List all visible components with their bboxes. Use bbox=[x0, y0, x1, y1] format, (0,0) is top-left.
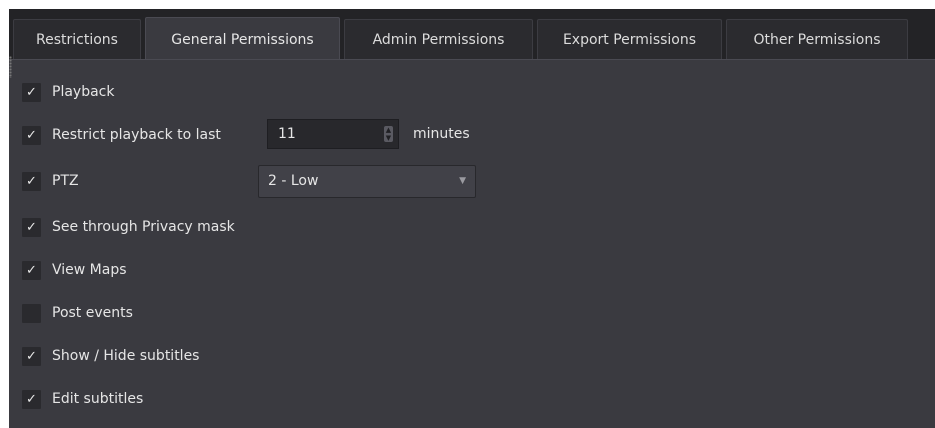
view-maps-label: View Maps bbox=[52, 262, 127, 278]
playback-label: Playback bbox=[52, 84, 115, 100]
post-events-label: Post events bbox=[52, 305, 133, 321]
privacy-mask-label: See through Privacy mask bbox=[52, 219, 235, 235]
tab-admin-permissions[interactable]: Admin Permissions bbox=[344, 19, 533, 60]
restrict-playback-checkbox[interactable]: ✓ bbox=[22, 125, 41, 145]
permission-playback: ✓ Playback bbox=[22, 81, 114, 103]
permission-restrict-playback: ✓ Restrict playback to last bbox=[22, 124, 221, 146]
playback-checkbox[interactable]: ✓ bbox=[22, 82, 41, 102]
tab-restrictions[interactable]: Restrictions bbox=[13, 19, 141, 60]
privacy-mask-checkbox[interactable]: ✓ bbox=[22, 217, 41, 237]
post-events-checkbox[interactable] bbox=[22, 303, 41, 323]
playback-minutes-value[interactable]: 11 bbox=[278, 120, 296, 148]
ptz-label: PTZ bbox=[52, 173, 79, 189]
view-maps-checkbox[interactable]: ✓ bbox=[22, 260, 41, 280]
permission-privacy-mask: ✓ See through Privacy mask bbox=[22, 216, 235, 238]
permission-post-events: Post events bbox=[22, 302, 133, 324]
edit-subtitles-checkbox[interactable]: ✓ bbox=[22, 389, 41, 409]
spin-buttons: ▲ ▼ bbox=[384, 126, 393, 142]
permission-view-maps: ✓ View Maps bbox=[22, 259, 127, 281]
chevron-down-icon[interactable]: ▼ bbox=[459, 166, 466, 197]
tab-general-permissions[interactable]: General Permissions bbox=[145, 17, 340, 61]
resize-grip[interactable] bbox=[9, 56, 12, 78]
permission-edit-subtitles: ✓ Edit subtitles bbox=[22, 388, 143, 410]
permission-ptz: ✓ PTZ bbox=[22, 170, 79, 192]
ptz-level-value: 2 - Low bbox=[268, 173, 319, 189]
caret-down-icon[interactable]: ▼ bbox=[384, 134, 393, 142]
ptz-level-dropdown[interactable]: 2 - Low ▼ bbox=[258, 165, 476, 198]
tab-export-permissions[interactable]: Export Permissions bbox=[537, 19, 722, 60]
permission-show-hide-subtitles: ✓ Show / Hide subtitles bbox=[22, 345, 199, 367]
ptz-checkbox[interactable]: ✓ bbox=[22, 171, 41, 191]
tab-other-permissions[interactable]: Other Permissions bbox=[726, 19, 908, 60]
minutes-unit-label: minutes bbox=[413, 126, 470, 142]
permissions-window: Restrictions General Permissions Admin P… bbox=[0, 0, 935, 428]
show-hide-subtitles-checkbox[interactable]: ✓ bbox=[22, 346, 41, 366]
general-permissions-panel bbox=[9, 59, 935, 428]
show-hide-subtitles-label: Show / Hide subtitles bbox=[52, 348, 200, 364]
restrict-playback-label: Restrict playback to last bbox=[52, 127, 221, 143]
edit-subtitles-label: Edit subtitles bbox=[52, 391, 144, 407]
tab-bar: Restrictions General Permissions Admin P… bbox=[9, 9, 935, 61]
caret-up-icon[interactable]: ▲ bbox=[384, 126, 393, 134]
playback-minutes-spinbox[interactable]: 11 ▲ ▼ bbox=[267, 119, 399, 149]
